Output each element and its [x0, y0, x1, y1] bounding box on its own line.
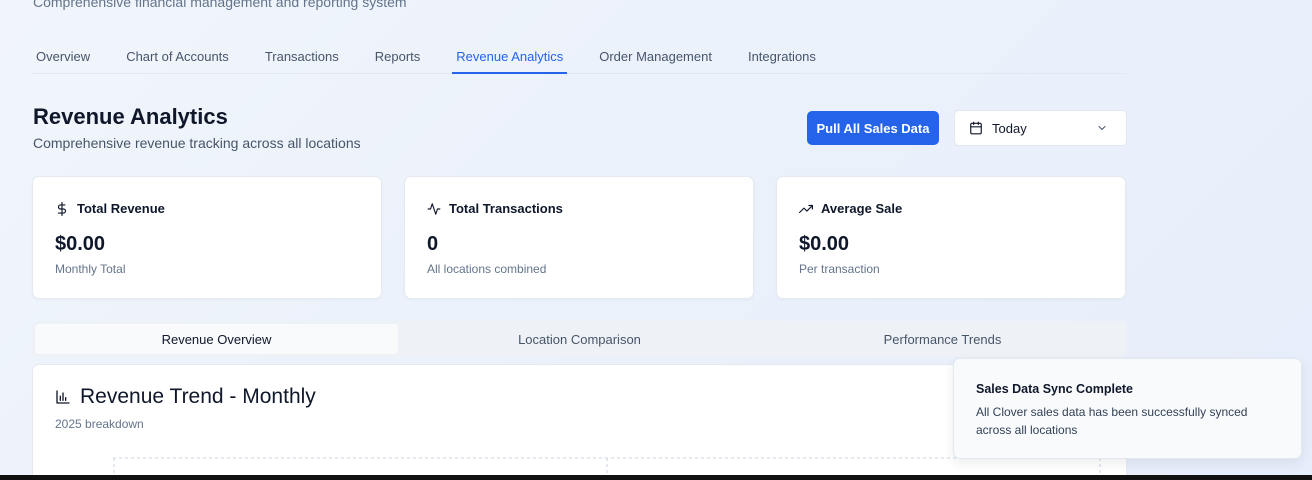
- stat-subtext: Per transaction: [799, 262, 880, 276]
- toast-title: Sales Data Sync Complete: [976, 382, 1134, 396]
- toast-message: All Clover sales data has been successfu…: [976, 405, 1248, 437]
- activity-icon: [427, 202, 441, 215]
- tab-integrations[interactable]: Integrations: [744, 44, 820, 74]
- stat-card-total-revenue: Total Revenue $0.00 Monthly Total: [32, 176, 382, 299]
- page-title: Revenue Analytics: [33, 104, 228, 129]
- stat-label: Total Transactions: [449, 201, 563, 216]
- trending-up-icon: [799, 204, 813, 213]
- sync-complete-toast[interactable]: Sales Data Sync Complete All Clover sale…: [953, 358, 1302, 459]
- tab-order-management[interactable]: Order Management: [595, 44, 716, 74]
- tab-transactions[interactable]: Transactions: [261, 44, 343, 74]
- date-range-select[interactable]: Today: [954, 110, 1127, 146]
- calendar-icon: [970, 121, 982, 135]
- stat-card-total-transactions: Total Transactions 0 All locations combi…: [404, 176, 754, 299]
- stat-card-average-sale: Average Sale $0.00 Per transaction: [776, 176, 1126, 299]
- stat-value: 0: [427, 233, 439, 255]
- dollar-icon: [57, 201, 67, 216]
- stat-value: $0.00: [799, 233, 850, 255]
- stat-label: Average Sale: [821, 201, 903, 216]
- tab-reports[interactable]: Reports: [371, 44, 425, 74]
- app-subtitle: Comprehensive financial management and r…: [33, 0, 407, 10]
- subtab-revenue-overview[interactable]: Revenue Overview: [35, 324, 398, 354]
- subtab-performance-trends[interactable]: Performance Trends: [761, 324, 1124, 354]
- stat-label: Total Revenue: [77, 201, 165, 216]
- main-tabs: Overview Chart of Accounts Transactions …: [32, 44, 1127, 74]
- subtab-location-comparison[interactable]: Location Comparison: [398, 324, 761, 354]
- tab-overview[interactable]: Overview: [32, 44, 94, 74]
- bottom-edge-bar: [0, 475, 1312, 480]
- stat-subtext: All locations combined: [427, 262, 547, 276]
- pull-sales-data-button[interactable]: Pull All Sales Data: [807, 111, 939, 145]
- stat-value: $0.00: [55, 233, 106, 255]
- chart-title: Revenue Trend - Monthly: [80, 385, 316, 408]
- tab-chart-of-accounts[interactable]: Chart of Accounts: [122, 44, 233, 74]
- date-range-value: Today: [992, 120, 1027, 136]
- bar-chart-icon: [56, 390, 70, 404]
- analytics-subtabs: Revenue Overview Location Comparison Per…: [32, 321, 1127, 357]
- chart-description: 2025 breakdown: [55, 417, 144, 431]
- stat-subtext: Monthly Total: [55, 262, 126, 276]
- chevron-down-icon: [1098, 126, 1106, 130]
- page-description: Comprehensive revenue tracking across al…: [33, 135, 361, 151]
- tab-revenue-analytics[interactable]: Revenue Analytics: [452, 44, 568, 74]
